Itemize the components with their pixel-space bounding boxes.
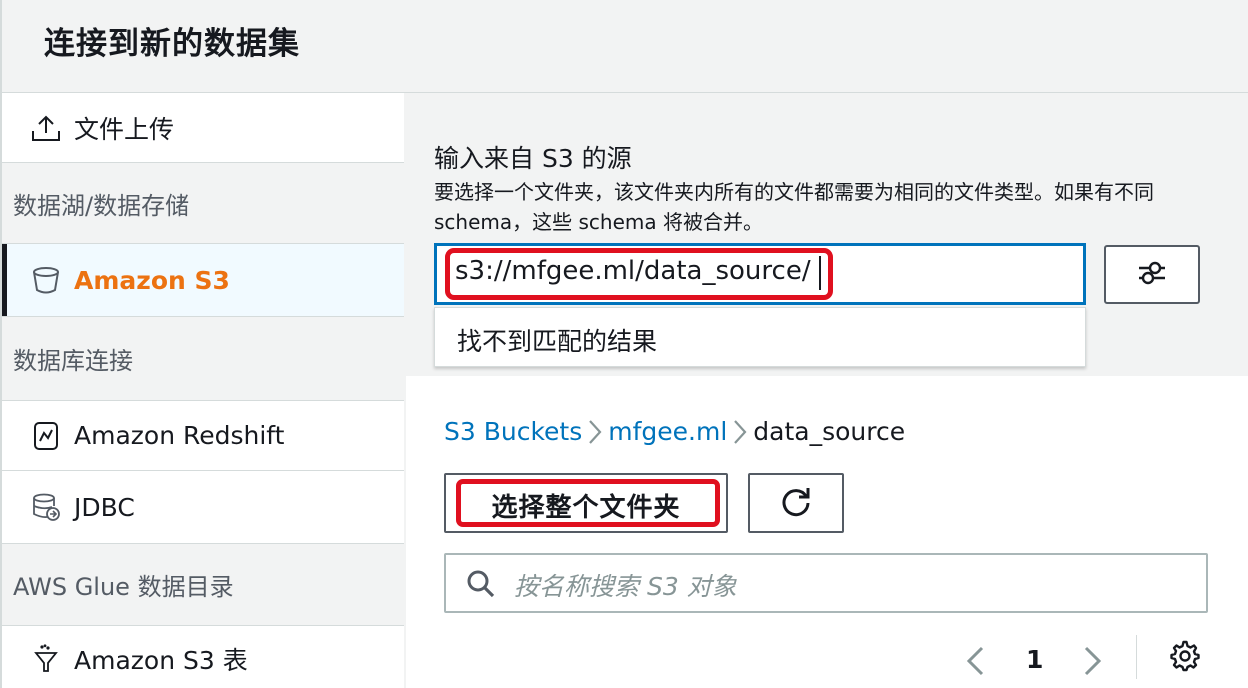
page-header: 连接到新的数据集 <box>0 0 1248 93</box>
sidebar-group-database: 数据库连接 <box>2 317 404 401</box>
filter-settings-button[interactable] <box>1104 245 1200 304</box>
sidebar-item-label: 文件上传 <box>74 114 175 144</box>
chevron-right-icon <box>582 419 608 445</box>
funnel-icon <box>30 643 62 675</box>
sidebar-group-datalake: 数据湖/数据存储 <box>2 163 404 244</box>
source-title: 输入来自 S3 的源 <box>434 144 632 173</box>
sidebar-item-label: Amazon S3 表 <box>74 645 248 675</box>
refresh-icon <box>779 484 813 522</box>
sidebar-item-label: Amazon S3 <box>74 265 230 295</box>
s3-source-panel: 输入来自 S3 的源 要选择一个文件夹，该文件夹内所有的文件都需要为相同的文件类… <box>406 93 1248 376</box>
breadcrumb-bucket[interactable]: mfgee.ml <box>608 417 727 446</box>
select-entire-folder-button[interactable]: 选择整个文件夹 <box>444 473 728 533</box>
autocomplete-dropdown: 找不到匹配的结果 <box>434 307 1086 367</box>
highlight-box <box>445 248 833 300</box>
main-panel: 输入来自 S3 的源 要选择一个文件夹，该文件夹内所有的文件都需要为相同的文件类… <box>406 93 1248 688</box>
sidebar-item-label: JDBC <box>74 492 135 522</box>
chevron-right-icon[interactable] <box>1082 645 1104 681</box>
search-placeholder: 按名称搜索 S3 对象 <box>514 572 737 601</box>
page-title: 连接到新的数据集 <box>44 26 300 62</box>
no-match-text: 找不到匹配的结果 <box>457 327 658 356</box>
sidebar-group-glue: AWS Glue 数据目录 <box>2 544 404 626</box>
s3-path-input[interactable]: s3://mfgee.ml/data_source/ <box>434 243 1086 305</box>
search-s3-objects-input[interactable]: 按名称搜索 S3 对象 <box>444 553 1208 613</box>
chevron-left-icon[interactable] <box>964 645 986 681</box>
upload-icon <box>30 112 62 144</box>
refresh-button[interactable] <box>748 473 844 533</box>
source-description: 要选择一个文件夹，该文件夹内所有的文件都需要为相同的文件类型。如果有不同 sch… <box>434 180 1154 234</box>
breadcrumb-s3-buckets[interactable]: S3 Buckets <box>444 417 582 446</box>
pagination: 1 <box>406 635 1248 685</box>
sidebar-item-amazon-s3[interactable]: Amazon S3 <box>2 244 404 317</box>
gear-icon[interactable] <box>1168 639 1202 677</box>
breadcrumb-current: data_source <box>753 417 906 446</box>
redshift-icon <box>30 420 62 452</box>
divider <box>1136 635 1137 679</box>
sidebar-item-label: Amazon Redshift <box>74 421 285 450</box>
highlight-box <box>456 479 720 527</box>
sidebar-item-redshift[interactable]: Amazon Redshift <box>2 401 404 471</box>
sidebar: 文件上传 数据湖/数据存储 Amazon S3 数据库连接 Amazon Red… <box>0 93 404 688</box>
sidebar-item-file-upload[interactable]: 文件上传 <box>2 93 404 163</box>
sidebar-item-jdbc[interactable]: JDBC <box>2 471 404 544</box>
sidebar-item-s3-tables[interactable]: Amazon S3 表 <box>2 626 404 688</box>
breadcrumb: S3 Buckets mfgee.ml data_source <box>444 417 905 446</box>
chevron-right-icon <box>727 419 753 445</box>
database-icon <box>30 491 62 523</box>
current-page[interactable]: 1 <box>1026 645 1043 674</box>
search-icon <box>466 569 496 603</box>
bucket-icon <box>30 264 62 296</box>
sliders-icon <box>1137 259 1167 291</box>
